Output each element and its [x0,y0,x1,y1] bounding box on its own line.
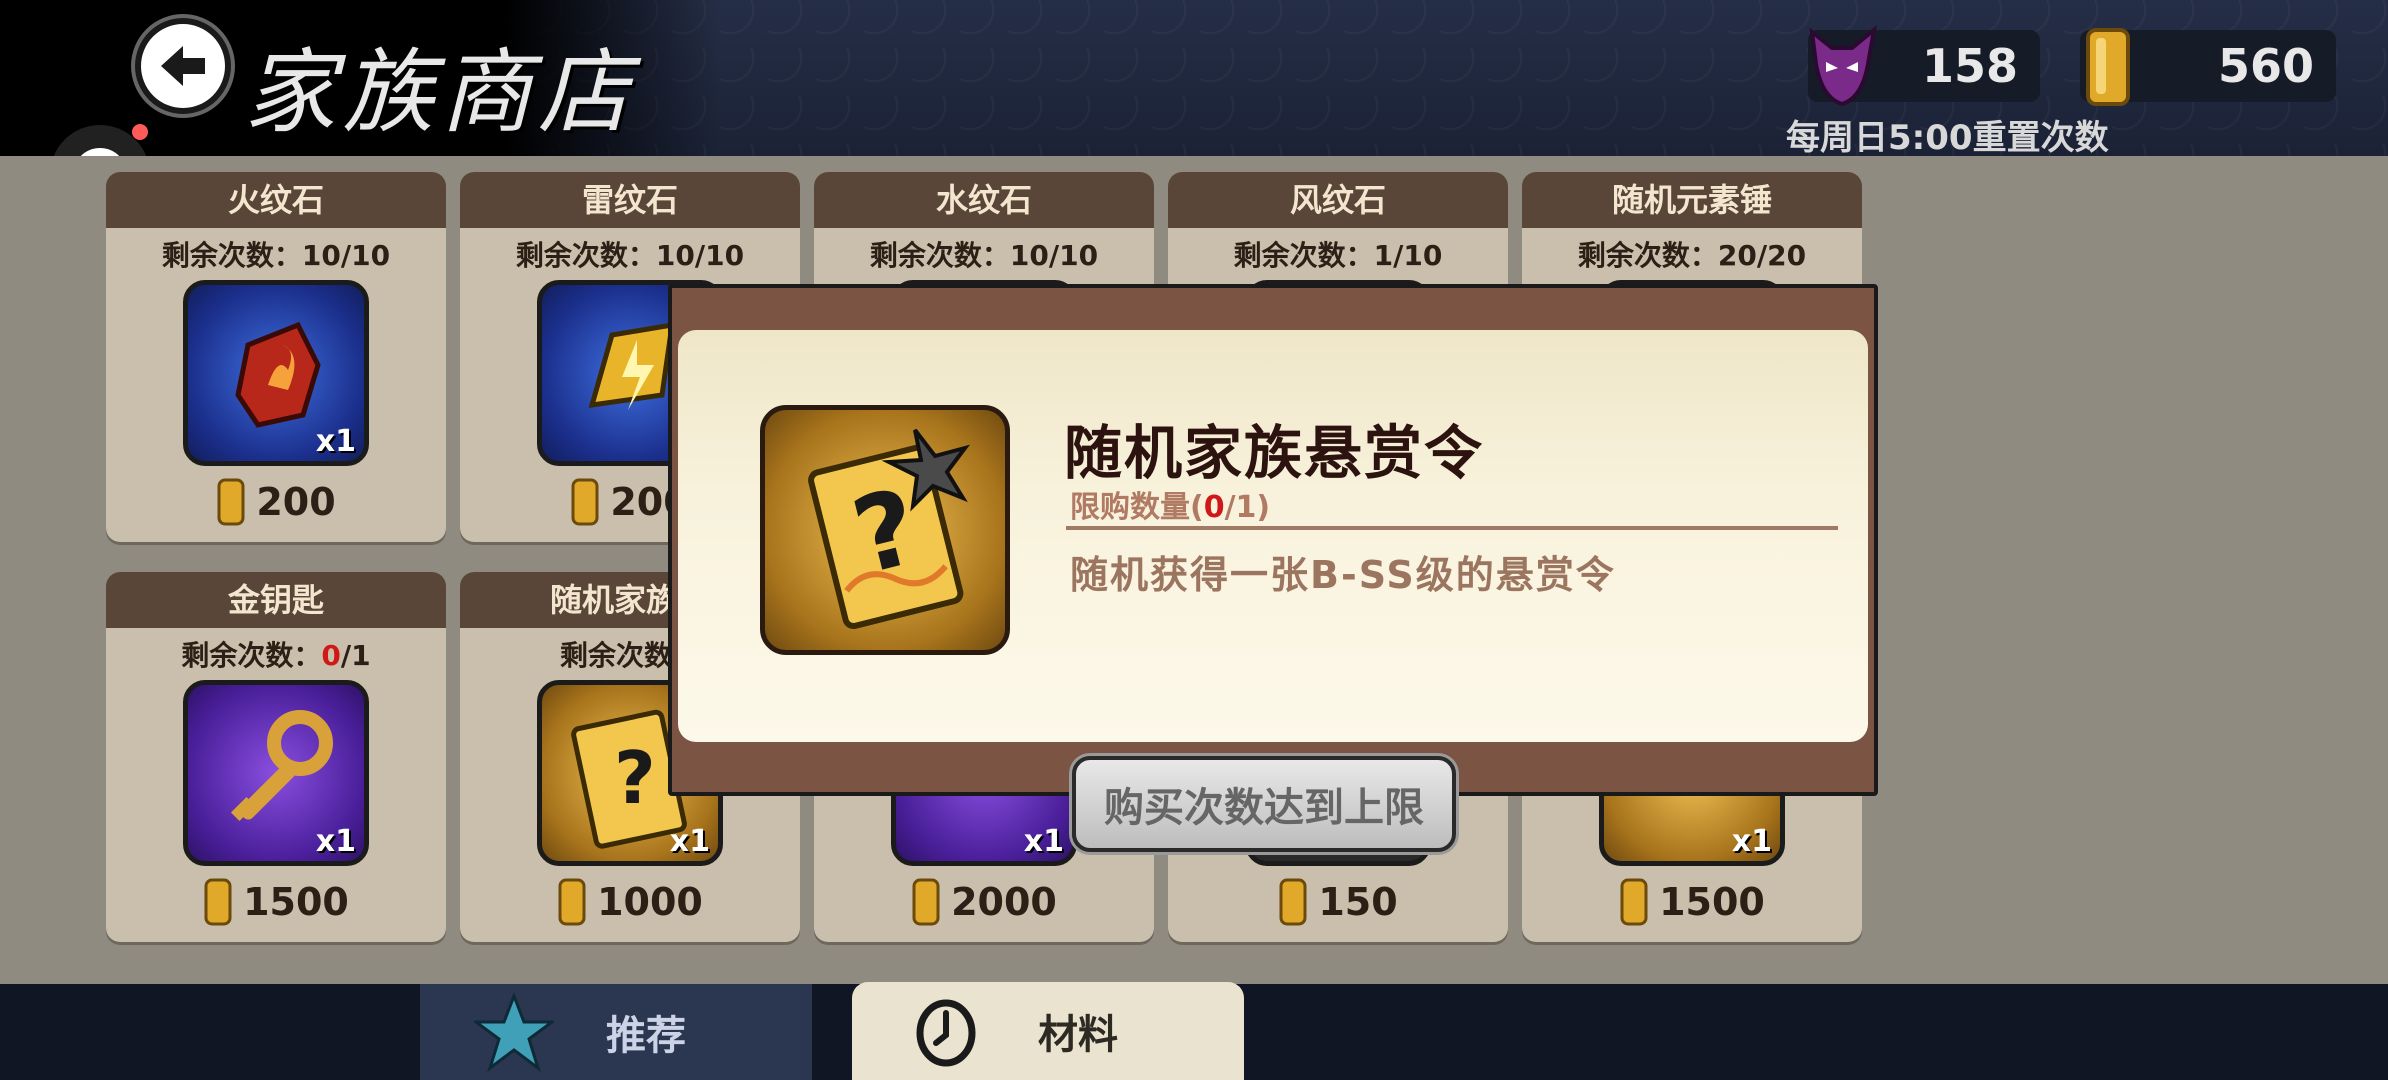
item-remaining: 剩余次数：10/10 [869,239,1099,272]
item-remaining: 剩余次数：10/10 [161,239,391,272]
item-remaining: 剩余次数：0/1 [181,639,371,672]
currency-value: 560 [2217,39,2314,93]
page-title: 家族商店 [244,39,637,146]
item-detail-dialog: ? 随机家族悬赏令 限购数量(0/1) 随机获得一张B-SS级的悬赏令 [668,284,1878,796]
bounty-scroll-icon: ? [760,405,1010,655]
item-price: 2000 [814,878,1154,926]
currency-mask-token: 158 [1808,25,2040,107]
shop-item-card[interactable]: 金钥匙 剩余次数：0/1 x1 1500 [106,572,446,942]
top-bar: 家族商店 158 560 每周日5:00重置次数 [0,0,2388,158]
divider [1066,526,1838,530]
svg-text:?: ? [614,736,656,820]
gold-bar-icon [571,478,599,526]
gold-key-icon: x1 [183,680,369,866]
dialog-item-title: 随机家族悬赏令 [1064,419,1485,487]
tab-recommend[interactable]: 推荐 [420,984,812,1080]
gold-bar-icon [1620,878,1648,926]
tab-label: 材料 [1038,1012,1118,1058]
gold-bar-icon [558,878,586,926]
fire-stone-icon: x1 [183,280,369,466]
back-arrow-icon [161,46,205,86]
shop-item-card[interactable]: 火纹石 剩余次数：10/10 x1 200 [106,172,446,542]
item-name: 随机元素锤 [1522,172,1862,228]
item-remaining: 剩余次数：20/20 [1577,239,1807,272]
purchase-limit-reached-button[interactable]: 购买次数达到上限 [1072,756,1456,852]
gold-bar-icon [217,478,245,526]
item-price: 1000 [460,878,800,926]
item-name: 风纹石 [1168,172,1508,228]
gold-bar-icon [912,878,940,926]
gold-bar-icon [2086,28,2130,106]
item-name: 水纹石 [814,172,1154,228]
clock-icon [906,991,986,1071]
currency-value: 158 [1921,39,2018,93]
tab-label: 推荐 [606,1013,686,1059]
reset-note: 每周日5:00重置次数 [1786,118,2109,158]
bottom-tab-bar: 推荐 材料 [0,982,2388,1080]
mask-token-icon [1809,25,1877,107]
item-name: 雷纹石 [460,172,800,228]
item-remaining: 剩余次数：1/10 [1233,239,1443,272]
star-icon [474,992,554,1072]
gold-bar-icon [1279,878,1307,926]
item-remaining: 剩余次数：10/10 [515,239,745,272]
item-description: 随机获得一张B-SS级的悬赏令 [1070,553,1616,597]
notification-dot [132,124,148,140]
item-price: 150 [1168,878,1508,926]
item-price: 200 [106,478,446,526]
item-name: 火纹石 [106,172,446,228]
purchase-limit: 限购数量(0/1) [1070,490,1271,525]
currency-gold-bar: 560 [2080,28,2336,106]
item-price: 1500 [1522,878,1862,926]
back-button[interactable] [135,18,231,114]
item-price: 1500 [106,878,446,926]
gold-bar-icon [204,878,232,926]
dialog-body: ? 随机家族悬赏令 限购数量(0/1) 随机获得一张B-SS级的悬赏令 [678,330,1868,742]
item-name: 金钥匙 [106,572,446,628]
tab-material[interactable]: 材料 [852,982,1244,1080]
